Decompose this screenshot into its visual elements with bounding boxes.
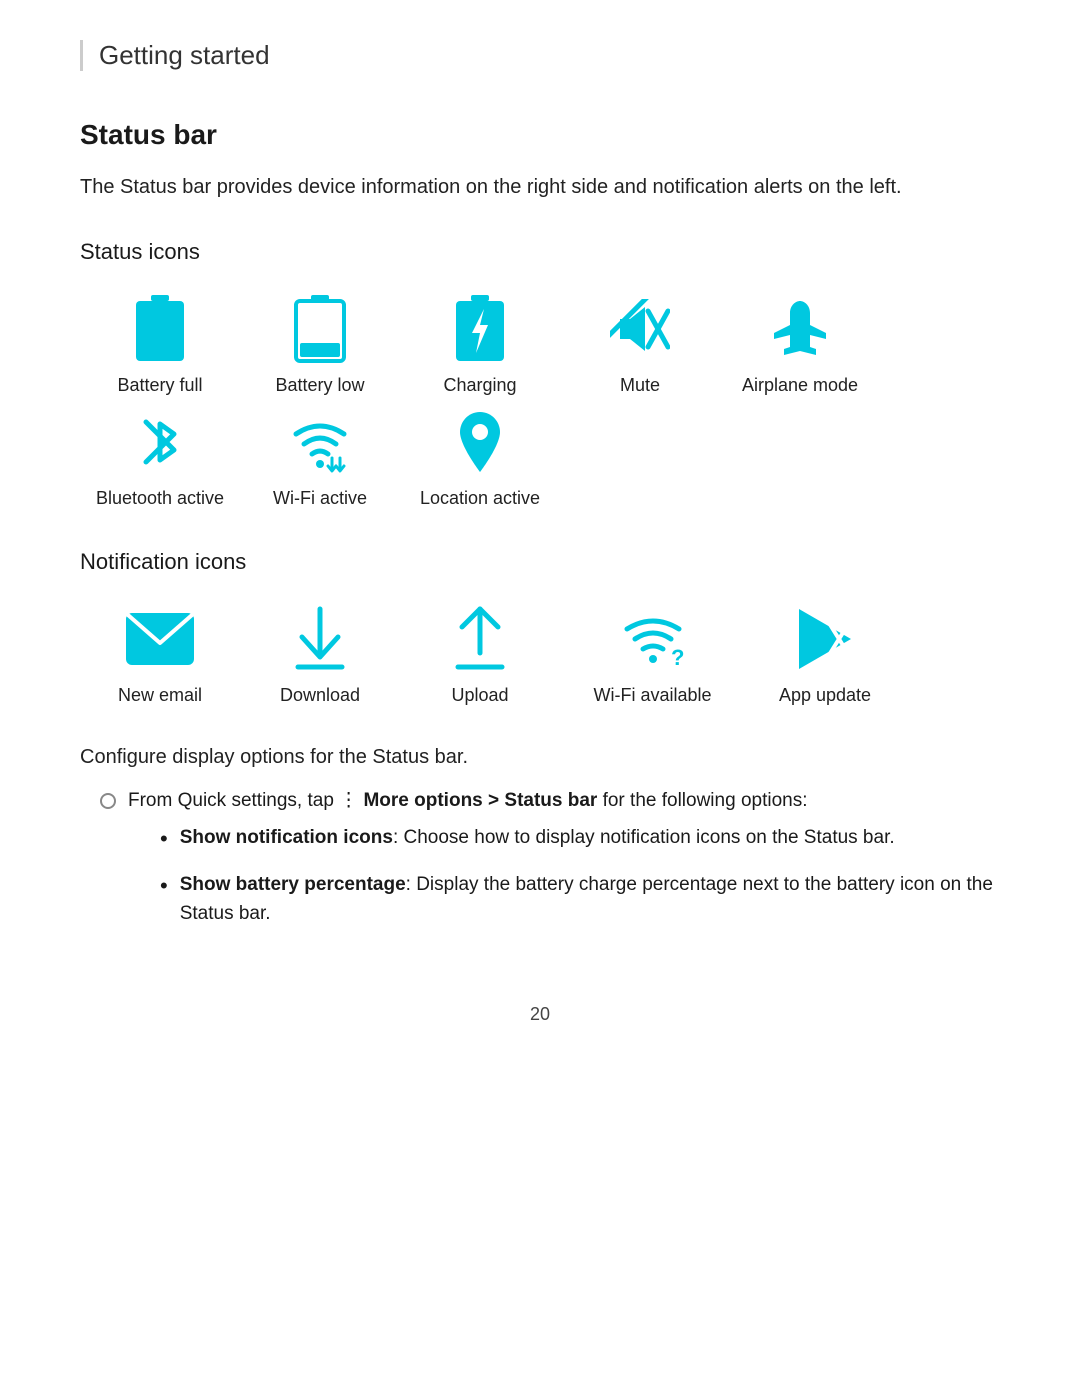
- status-icons-heading: Status icons: [80, 239, 1000, 265]
- sub-item-battery: • Show battery percentage: Display the b…: [160, 871, 1000, 928]
- wifi-available-icon: ?: [617, 603, 689, 675]
- bluetooth-item: Bluetooth active: [80, 406, 240, 509]
- wifi-active-label: Wi-Fi active: [273, 488, 367, 509]
- location-item: Location active: [400, 406, 560, 509]
- mute-item: Mute: [560, 293, 720, 396]
- app-update-item: App update: [745, 603, 905, 706]
- notification-icons-grid: New email Download Upload: [80, 603, 1000, 706]
- battery-low-label: Battery low: [275, 375, 364, 396]
- battery-full-label: Battery full: [117, 375, 202, 396]
- configure-text: Configure display options for the Status…: [80, 746, 1000, 769]
- wifi-available-item: ? Wi-Fi available: [560, 603, 745, 706]
- upload-item: Upload: [400, 603, 560, 706]
- email-icon: [124, 603, 196, 675]
- bluetooth-label: Bluetooth active: [96, 488, 224, 509]
- battery-percentage-option: Show battery percentage: Display the bat…: [180, 871, 1000, 928]
- charging-icon: [444, 293, 516, 365]
- getting-started-title: Getting started: [99, 40, 270, 70]
- circle-item-text: From Quick settings, tap ⋮ More options …: [128, 789, 1000, 944]
- circle-bullet-icon: [100, 793, 116, 809]
- download-item: Download: [240, 603, 400, 706]
- battery-full-icon: [124, 293, 196, 365]
- download-icon: [284, 603, 356, 675]
- charging-item: Charging: [400, 293, 560, 396]
- location-label: Location active: [420, 488, 540, 509]
- sub-item-notifications: • Show notification icons: Choose how to…: [160, 824, 1000, 855]
- upload-icon: [444, 603, 516, 675]
- wifi-active-item: Wi-Fi active: [240, 406, 400, 509]
- upload-label: Upload: [451, 685, 508, 706]
- wifi-available-label: Wi-Fi available: [593, 685, 711, 706]
- status-icons-grid: Battery full Battery low Charging: [80, 293, 1000, 509]
- circle-list-item: From Quick settings, tap ⋮ More options …: [100, 789, 1000, 944]
- page-header: Getting started: [80, 40, 1000, 71]
- dot-bullet-icon: •: [160, 822, 168, 855]
- airplane-icon: [764, 293, 836, 365]
- battery-full-item: Battery full: [80, 293, 240, 396]
- airplane-item: Airplane mode: [720, 293, 880, 396]
- mute-label: Mute: [620, 375, 660, 396]
- app-update-icon: [789, 603, 861, 675]
- sub-options-list: • Show notification icons: Choose how to…: [160, 824, 1000, 928]
- app-update-label: App update: [779, 685, 871, 706]
- battery-low-item: Battery low: [240, 293, 400, 396]
- wifi-active-icon: [284, 406, 356, 478]
- airplane-label: Airplane mode: [742, 375, 858, 396]
- options-list: From Quick settings, tap ⋮ More options …: [100, 789, 1000, 944]
- dot-bullet-icon-2: •: [160, 869, 168, 902]
- section-title: Status bar: [80, 119, 1000, 151]
- mute-icon: [604, 293, 676, 365]
- svg-text:?: ?: [671, 645, 684, 670]
- download-label: Download: [280, 685, 360, 706]
- battery-low-icon: [284, 293, 356, 365]
- email-item: New email: [80, 603, 240, 706]
- page-number: 20: [80, 1004, 1000, 1025]
- notification-icons-option: Show notification icons: Choose how to d…: [180, 824, 895, 853]
- bluetooth-icon: [124, 406, 196, 478]
- section-description: The Status bar provides device informati…: [80, 171, 1000, 203]
- email-label: New email: [118, 685, 202, 706]
- notification-icons-heading: Notification icons: [80, 549, 1000, 575]
- charging-label: Charging: [443, 375, 516, 396]
- location-icon: [444, 406, 516, 478]
